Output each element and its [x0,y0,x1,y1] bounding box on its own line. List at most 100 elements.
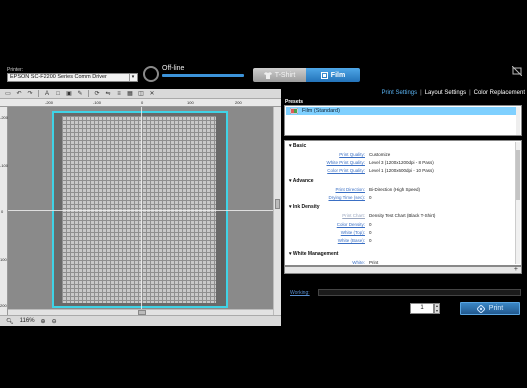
ruler-top-tick: -200 [45,100,54,105]
settings-footer: + [284,266,522,274]
layers-icon[interactable]: ◫ [136,90,146,98]
redo-icon[interactable]: ↷ [25,90,35,98]
section-basic-title: Basic [292,143,307,149]
print-icon [476,304,485,313]
stepper-down-icon[interactable]: ▼ [435,309,439,314]
print-direction-link[interactable]: Print Direction: [285,187,365,192]
section-basic[interactable]: ▾ Basic [289,143,306,149]
align-icon[interactable]: ≡ [114,90,124,98]
white-base-link[interactable]: White (Base): [285,238,365,243]
section-advance[interactable]: ▾ Advance [289,178,314,184]
printer-select-value: EPSON SC-F2200 Series Comm Driver [10,74,107,80]
image-icon[interactable]: ▣ [64,90,74,98]
section-white-management[interactable]: ▾ White Management [289,251,338,257]
document-icon[interactable]: ▭ [3,90,13,98]
chevron-down-icon[interactable]: ▾ [129,74,136,81]
zoom-bar: 🔍︎ 116% ⊕ ⊖ [0,315,281,326]
ruler-left: -200 -100 0 100 200 [0,107,8,315]
zoom-value: 116% [19,318,35,324]
status-text: Off-line [162,65,185,72]
ruler-top-tick: 100 [187,100,194,105]
settings-list: ▾ Basic Print Quality: Customize White P… [284,140,522,266]
print-button[interactable]: Print [460,302,520,315]
ruler-left-tick: 100 [0,257,7,262]
white-base-value: 0 [369,238,372,243]
tab-film[interactable]: Film [306,68,360,82]
tab-film-label: Film [330,71,346,79]
zoom-out-icon[interactable]: ⊖ [52,318,57,325]
ruler-left-tick: -200 [0,115,9,120]
display-toggle-icon[interactable] [512,66,522,76]
print-chart-link: Print Chart: [342,213,365,218]
center-guide-horizontal [8,210,273,211]
color-density-value: 0 [369,222,372,227]
section-advance-title: Advance [292,178,314,184]
scroll-thumb[interactable] [275,199,280,209]
color-print-quality-link[interactable]: Color Print Quality: [285,168,365,173]
status-ring-icon [143,66,159,82]
film-icon [320,71,328,79]
ruler-top-tick: 0 [141,100,144,105]
presets-scrollbar[interactable] [516,107,520,135]
section-white-management-title: White Management [292,251,339,257]
tab-print-settings[interactable]: Print Settings [381,90,417,99]
undo-icon[interactable]: ↶ [14,90,24,98]
tshirt-icon [263,71,272,79]
grid-icon[interactable]: ▦ [125,90,135,98]
add-icon[interactable]: + [514,266,518,273]
tab-tshirt[interactable]: T-Shirt [253,68,306,82]
rectangle-icon[interactable]: □ [53,90,63,98]
section-ink-density[interactable]: ▾ Ink Density [289,204,320,210]
preset-film-icon [290,108,298,114]
tab-layout-settings[interactable]: Layout Settings [425,90,466,99]
list-item[interactable]: Film (Standard) [286,107,516,115]
stepper-up-icon[interactable]: ▲ [435,304,439,309]
print-quality-link[interactable]: Print Quality: [285,152,365,157]
ruler-left-tick: -100 [0,163,9,168]
zoom-in-icon[interactable]: ⊕ [41,318,46,325]
ruler-left-tick: 0 [1,209,4,214]
white-link[interactable]: White: [285,260,365,265]
ruler-top-tick: -100 [93,100,102,105]
preset-label: Film (Standard) [302,108,340,114]
tab-separator: | [469,90,471,96]
drying-time-link[interactable]: Drying Time (sec): [285,195,365,200]
status-progress-bar [162,74,244,77]
section-ink-density-title: Ink Density [292,204,320,210]
ruler-top-tick: 200 [235,100,242,105]
print-direction-value: Bi-Direction (High Speed) [369,187,421,192]
print-button-label: Print [488,305,504,312]
settings-scrollbar[interactable] [515,142,520,264]
scroll-thumb[interactable] [516,150,520,200]
ruler-top: -200 -100 0 100 200 [0,99,281,107]
toolbar-divider [88,90,89,97]
copies-input[interactable]: 1 [410,303,434,314]
delete-icon[interactable]: ✕ [147,90,157,98]
settings-tabs: Print Settings | Layout Settings | Color… [282,90,525,99]
text-icon[interactable]: A [42,90,52,98]
zoom-search-icon[interactable]: 🔍︎ [6,318,14,325]
tab-separator: | [420,90,422,96]
print-quality-value: Customize [369,152,391,157]
drying-time-value: 0 [369,195,372,200]
white-value: Print [369,260,379,265]
white-top-link[interactable]: White (Top): [285,230,365,235]
color-density-link[interactable]: Color Density: [285,222,365,227]
tab-color-replacement[interactable]: Color Replacement [474,90,525,99]
toolbar-divider [38,90,39,97]
copies-stepper[interactable]: ▲ ▼ [434,303,440,314]
white-print-quality-link[interactable]: White Print Quality: [285,160,365,165]
working-field [318,289,521,296]
rotate-icon[interactable]: ⟳ [92,90,102,98]
canvas-vertical-scrollbar[interactable] [273,107,281,315]
print-chart-value: Density Test Chart (Black T-Shirt) [369,213,436,218]
white-top-value: 0 [369,230,372,235]
working-label[interactable]: Working: [290,290,310,296]
white-print-quality-value: Level 3 (1200x1200dpi - 8 Pass) [369,160,434,165]
flip-icon[interactable]: ⇋ [103,90,113,98]
color-print-quality-value: Level 1 (1200x600dpi - 10 Pass) [369,168,434,173]
pen-icon[interactable]: ✎ [75,90,85,98]
printer-select[interactable]: EPSON SC-F2200 Series Comm Driver ▾ [7,73,138,82]
tab-tshirt-label: T-Shirt [274,71,296,79]
center-guide-vertical [141,107,142,309]
